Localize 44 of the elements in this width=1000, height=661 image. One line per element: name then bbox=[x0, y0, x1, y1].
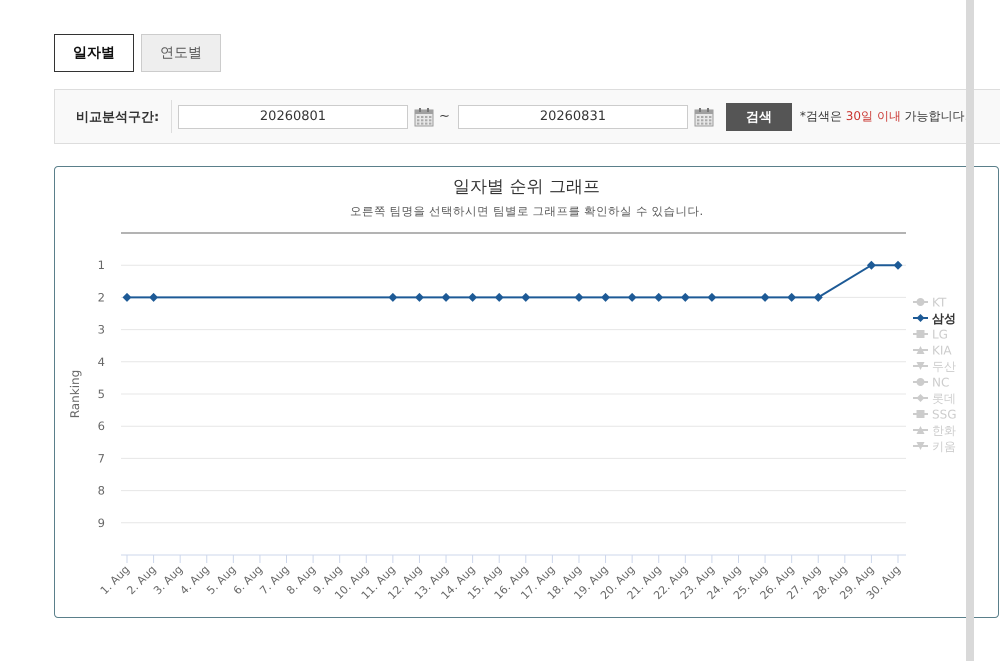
data-point bbox=[628, 292, 637, 302]
data-point bbox=[442, 292, 451, 302]
data-point bbox=[122, 292, 132, 302]
axis-label: 3 bbox=[98, 322, 105, 337]
data-point bbox=[521, 292, 530, 302]
calendar-icon[interactable] bbox=[694, 106, 714, 126]
data-point bbox=[787, 292, 796, 302]
tab[interactable]: 연도별 bbox=[141, 34, 221, 72]
end-date-field[interactable]: 20260831 bbox=[458, 104, 688, 128]
tab[interactable]: 일자별 bbox=[54, 34, 134, 72]
axis-label: 7 bbox=[98, 451, 105, 466]
start-date-field[interactable]: 20260801 bbox=[178, 104, 408, 128]
search-note: *검색은 30일 이내 가능합니다. bbox=[800, 108, 968, 125]
range-separator: ~ bbox=[439, 109, 450, 124]
data-point bbox=[149, 292, 158, 302]
axis-title: Ranking bbox=[68, 370, 82, 418]
chart-title: 일자별 순위 그래프 bbox=[452, 176, 601, 198]
range-label: 비교분석구간: bbox=[76, 108, 160, 126]
data-point bbox=[468, 292, 478, 302]
axis-label: 9 bbox=[98, 516, 105, 530]
axis-label: 4 bbox=[98, 354, 105, 369]
axis-label: 6 bbox=[98, 419, 105, 434]
chart-subtitle: 오른쪽 팀명을 선택하시면 팀별로 그래프를 확인하실 수 있습니다. bbox=[348, 204, 704, 219]
data-point bbox=[760, 292, 770, 302]
data-point bbox=[894, 260, 902, 270]
axis-label: 2 bbox=[98, 290, 105, 304]
scrollbar[interactable] bbox=[966, 0, 974, 661]
data-point bbox=[388, 292, 398, 302]
data-point bbox=[654, 292, 664, 302]
data-point bbox=[680, 292, 690, 302]
search-button[interactable]: 검색 bbox=[726, 102, 792, 130]
axis-label: 1 bbox=[98, 258, 105, 272]
data-point bbox=[707, 292, 716, 302]
calendar-icon[interactable] bbox=[414, 106, 434, 126]
data-point bbox=[574, 292, 584, 302]
data-point bbox=[601, 292, 610, 302]
data-point bbox=[414, 292, 424, 302]
data-point bbox=[866, 260, 876, 270]
axis-label: 5 bbox=[98, 387, 105, 401]
data-point bbox=[814, 292, 823, 302]
legend-item[interactable]: 삼성 bbox=[913, 312, 956, 326]
axis-label: 8 bbox=[98, 484, 105, 498]
legend-label: 삼성 bbox=[931, 312, 956, 326]
data-point bbox=[494, 292, 504, 302]
